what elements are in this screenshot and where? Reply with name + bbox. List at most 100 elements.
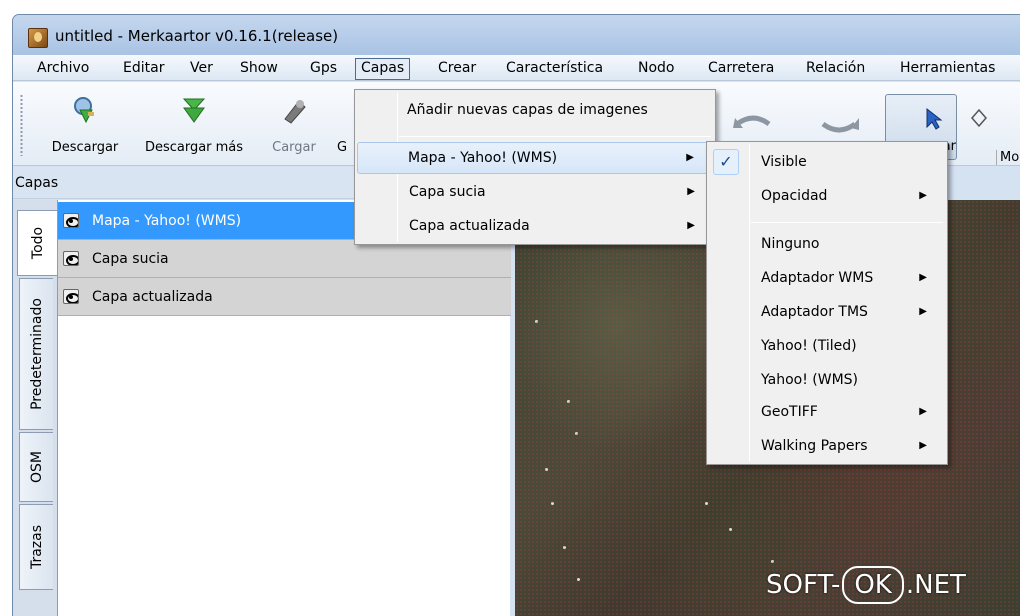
layer-name: Capa sucia bbox=[92, 251, 169, 267]
menu-opacity[interactable]: Opacidad ▶ bbox=[709, 180, 945, 212]
download-more-label: Descargar más bbox=[144, 140, 244, 155]
menu-adapter-label: Walking Papers bbox=[761, 438, 868, 454]
layer-name: Capa actualizada bbox=[92, 289, 213, 305]
menu-relacion[interactable]: Relación bbox=[801, 58, 870, 80]
menu-herramientas[interactable]: Herramientas bbox=[895, 58, 1000, 80]
move-button[interactable]: Mo bbox=[958, 94, 1020, 165]
upload-label: Cargar bbox=[272, 140, 316, 155]
move-icon bbox=[971, 108, 987, 128]
watermark-prefix: SOFT- bbox=[766, 570, 841, 600]
submenu-arrow-icon: ▶ bbox=[919, 306, 927, 317]
download-label: Descargar bbox=[51, 140, 119, 155]
menu-layer-label: Mapa - Yahoo! (WMS) bbox=[408, 150, 558, 166]
download-more-button[interactable]: Descargar más bbox=[137, 82, 251, 166]
tab-todo[interactable]: Todo bbox=[17, 210, 57, 276]
menu-layer-label: Capa sucia bbox=[409, 184, 486, 200]
visibility-eye-icon[interactable] bbox=[63, 213, 79, 228]
download-more-icon bbox=[182, 98, 206, 123]
menu-adapter-wms[interactable]: Adaptador WMS ▶ bbox=[709, 262, 945, 294]
map-speck bbox=[729, 528, 732, 531]
download-button[interactable]: Descargar bbox=[41, 82, 129, 166]
map-speck bbox=[567, 400, 570, 403]
tab-trazas[interactable]: Trazas bbox=[19, 504, 53, 590]
upload-button[interactable]: Cargar bbox=[261, 82, 327, 166]
menu-adapter-yahoo-wms[interactable]: Yahoo! (WMS) bbox=[709, 364, 945, 396]
undo-icon[interactable] bbox=[733, 112, 773, 134]
layer-row-capa-actualizada[interactable]: Capa actualizada bbox=[58, 278, 511, 316]
move-label: Mo bbox=[996, 150, 1019, 165]
menu-bar: Archivo Editar Ver Show Gps Capas Crear … bbox=[13, 55, 1020, 81]
menu-show[interactable]: Show bbox=[235, 58, 283, 80]
download-icon bbox=[74, 97, 94, 124]
menu-adapter-label: Yahoo! (Tiled) bbox=[761, 338, 857, 354]
menu-layer-label: Capa actualizada bbox=[409, 218, 530, 234]
menu-adapter-none[interactable]: Ninguno bbox=[709, 228, 945, 260]
upload-icon bbox=[284, 100, 306, 124]
visibility-eye-icon[interactable] bbox=[63, 289, 79, 304]
layer-name: Mapa - Yahoo! (WMS) bbox=[92, 213, 242, 229]
tab-predeterminado[interactable]: Predeterminado bbox=[19, 278, 53, 430]
menu-crear[interactable]: Crear bbox=[433, 58, 481, 80]
menu-adapter-tms[interactable]: Adaptador TMS ▶ bbox=[709, 296, 945, 328]
tab-trazas-label: Trazas bbox=[28, 524, 45, 570]
submenu-arrow-icon: ▶ bbox=[919, 272, 927, 283]
window-title: untitled - Merkaartor v0.16.1(release) bbox=[55, 27, 339, 45]
tab-todo-label: Todo bbox=[29, 226, 46, 260]
menu-visible[interactable]: ✓ Visible bbox=[709, 146, 945, 178]
map-speck bbox=[705, 502, 708, 505]
redo-icon[interactable] bbox=[819, 112, 859, 134]
layer-submenu: ✓ Visible Opacidad ▶ Ninguno Adaptador W… bbox=[706, 141, 948, 465]
layer-filter-tabs: Todo Predeterminado OSM Trazas bbox=[13, 200, 57, 616]
menu-nodo[interactable]: Nodo bbox=[633, 58, 680, 80]
menu-adapter-yahoo-tiled[interactable]: Yahoo! (Tiled) bbox=[709, 330, 945, 362]
tab-predeterminado-label: Predeterminado bbox=[28, 298, 45, 410]
menu-layer-capa-sucia[interactable]: Capa sucia ▶ bbox=[357, 176, 713, 208]
menu-visible-label: Visible bbox=[761, 154, 807, 170]
menu-ver[interactable]: Ver bbox=[185, 58, 218, 80]
toolbar-grip[interactable] bbox=[20, 94, 23, 156]
capas-dropdown-menu: Añadir nuevas capas de imagenes Mapa - Y… bbox=[354, 89, 716, 245]
submenu-arrow-icon: ▶ bbox=[919, 190, 927, 201]
menu-editar[interactable]: Editar bbox=[118, 58, 169, 80]
map-speck bbox=[535, 320, 538, 323]
title-bar[interactable]: untitled - Merkaartor v0.16.1(release) bbox=[13, 15, 1020, 55]
menu-add-image-layers-label: Añadir nuevas capas de imagenes bbox=[407, 102, 648, 118]
layer-row-capa-sucia[interactable]: Capa sucia bbox=[58, 240, 511, 278]
soft-ok-watermark: SOFT- OK .NET bbox=[766, 566, 966, 610]
map-speck bbox=[575, 432, 578, 435]
visibility-eye-icon[interactable] bbox=[63, 251, 79, 266]
menu-adapter-label: Ninguno bbox=[761, 236, 820, 252]
menu-adapter-label: Adaptador TMS bbox=[761, 304, 868, 320]
submenu-arrow-icon: ▶ bbox=[686, 152, 694, 163]
submenu-arrow-icon: ▶ bbox=[687, 220, 695, 231]
menu-add-image-layers[interactable]: Añadir nuevas capas de imagenes bbox=[357, 94, 713, 126]
menu-opacity-label: Opacidad bbox=[761, 188, 828, 204]
menu-adapter-walking-papers[interactable]: Walking Papers ▶ bbox=[709, 430, 945, 462]
tab-osm[interactable]: OSM bbox=[19, 432, 53, 502]
map-speck bbox=[577, 578, 580, 581]
tab-osm-label: OSM bbox=[28, 451, 45, 483]
menu-layer-capa-actualizada[interactable]: Capa actualizada ▶ bbox=[357, 210, 713, 242]
menu-layer-mapa-yahoo[interactable]: Mapa - Yahoo! (WMS) ▶ bbox=[357, 142, 713, 174]
menu-capas[interactable]: Capas bbox=[355, 58, 411, 80]
menu-separator bbox=[751, 222, 943, 223]
layers-list: Mapa - Yahoo! (WMS) Capa sucia Capa actu… bbox=[57, 200, 511, 616]
submenu-arrow-icon: ▶ bbox=[919, 440, 927, 451]
watermark-ok: OK bbox=[842, 566, 904, 604]
app-window: untitled - Merkaartor v0.16.1(release) A… bbox=[12, 14, 1020, 616]
menu-archivo[interactable]: Archivo bbox=[32, 58, 94, 80]
cursor-arrow-icon bbox=[926, 107, 943, 130]
menu-gps[interactable]: Gps bbox=[305, 58, 342, 80]
map-speck bbox=[563, 546, 566, 549]
submenu-arrow-icon: ▶ bbox=[919, 406, 927, 417]
menu-separator bbox=[399, 136, 711, 137]
menu-caracteristica[interactable]: Característica bbox=[501, 58, 608, 80]
menu-adapter-label: Yahoo! (WMS) bbox=[761, 372, 859, 388]
menu-carretera[interactable]: Carretera bbox=[703, 58, 779, 80]
menu-adapter-geotiff[interactable]: GeoTIFF ▶ bbox=[709, 396, 945, 428]
menu-adapter-label: Adaptador WMS bbox=[761, 270, 874, 286]
menu-adapter-label: GeoTIFF bbox=[761, 404, 818, 420]
watermark-suffix: .NET bbox=[905, 570, 966, 600]
map-speck bbox=[551, 502, 554, 505]
map-speck bbox=[545, 468, 548, 471]
